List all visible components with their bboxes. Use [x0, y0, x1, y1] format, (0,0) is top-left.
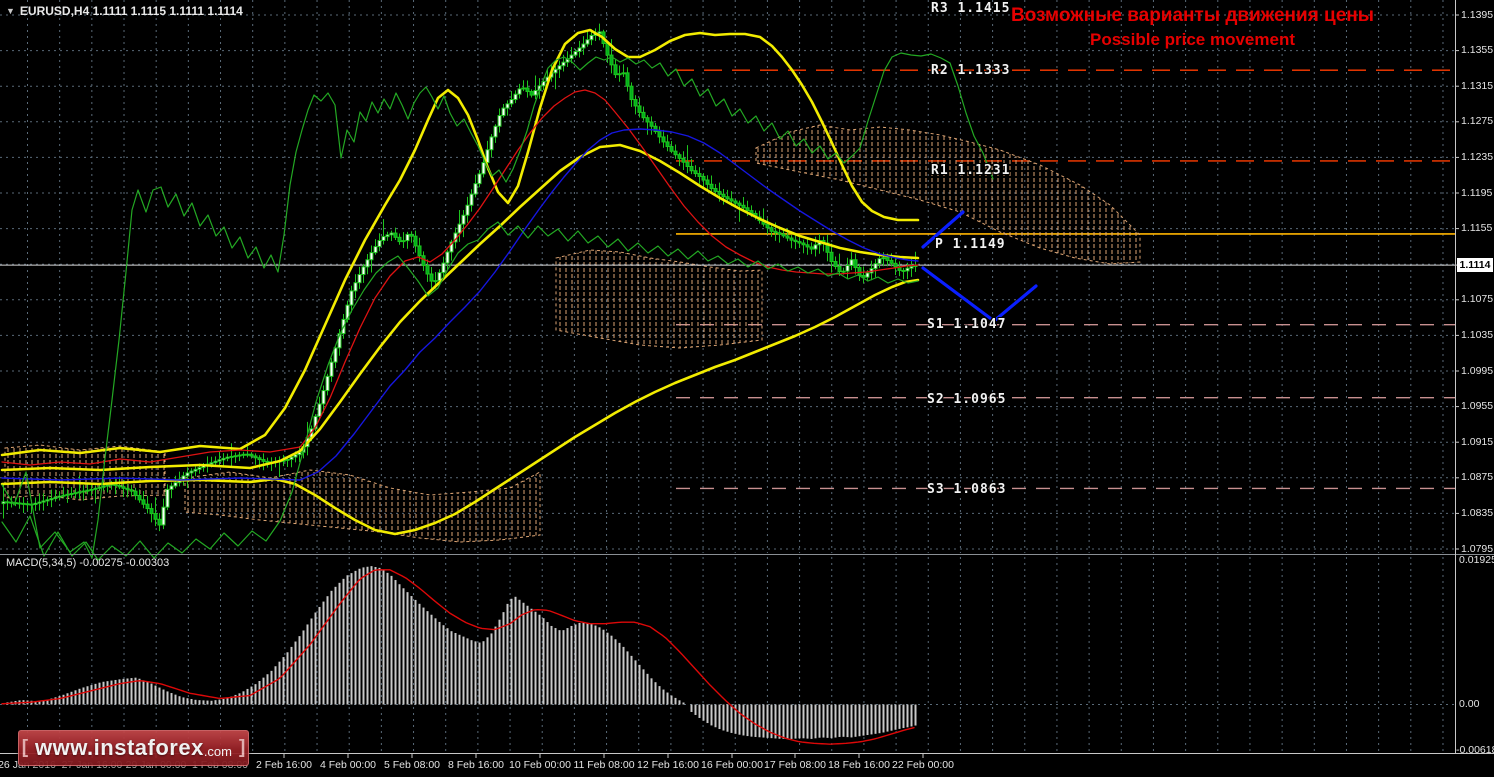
price-tick-label: 1.0795: [1461, 542, 1494, 555]
pivot-label-r2: R2 1.1333: [931, 63, 1011, 78]
price-tick-label: 1.1155: [1461, 222, 1493, 235]
macd-tick-top: 0.01925: [1459, 554, 1494, 566]
chart-canvas[interactable]: [0, 0, 1494, 777]
price-tick-label: 1.1275: [1461, 115, 1494, 128]
symbol-dropdown-icon[interactable]: ▼: [6, 6, 15, 16]
price-tick-label: 1.0875: [1461, 471, 1494, 484]
price-tick-label: 1.0995: [1461, 364, 1494, 377]
price-tick-label: 1.0915: [1461, 435, 1494, 448]
logo-text: www.instaforex: [35, 735, 204, 760]
logo-tld: .com: [203, 743, 232, 759]
price-tick-label: 1.1315: [1461, 79, 1494, 92]
symbol-ohlc-text: EURUSD,H4 1.1111 1.1115 1.1111 1.1114: [19, 4, 243, 18]
pivot-label-s2: S2 1.0965: [927, 392, 1007, 407]
pivot-label-s1: S1 1.1047: [927, 317, 1007, 332]
price-tick-label: 1.1035: [1461, 328, 1494, 341]
pivot-label-r3: R3 1.1415: [931, 1, 1011, 16]
current-price-badge: 1.1114: [1457, 258, 1493, 273]
macd-tick-bottom: -0.00618: [1456, 744, 1494, 756]
price-tick-label: 1.1395: [1461, 8, 1494, 21]
macd-tick-zero: 0.00: [1459, 698, 1480, 710]
pivot-label-s3: S3 1.0863: [927, 482, 1007, 497]
price-tick-label: 1.0955: [1461, 400, 1494, 413]
pivot-label-p: P 1.1149: [935, 237, 1006, 252]
logo-bracket-right: ]: [238, 737, 246, 758]
macd-indicator-label: MACD(5,34,5) -0.00275 -0.00303: [6, 557, 170, 569]
price-tick-label: 1.0835: [1461, 506, 1494, 519]
price-tick-label: 1.1355: [1461, 44, 1494, 57]
price-tick-label: 1.1195: [1461, 186, 1493, 199]
price-tick-label: 1.1235: [1461, 150, 1494, 163]
instaforex-watermark: [ www.instaforex .com]: [18, 730, 249, 766]
pivot-label-r1: R1 1.1231: [931, 163, 1011, 178]
time-tick-label: 22 Feb 00:00: [892, 759, 954, 771]
logo-bracket-left: [: [21, 737, 29, 758]
annotation-line-en: Possible price movement: [1089, 30, 1296, 49]
chart-title: ▼ EURUSD,H4 1.1111 1.1115 1.1111 1.1114: [6, 4, 243, 18]
price-tick-label: 1.1075: [1461, 293, 1494, 306]
mt4-chart-window: ▼ EURUSD,H4 1.1111 1.1115 1.1111 1.1114 В…: [0, 0, 1494, 777]
